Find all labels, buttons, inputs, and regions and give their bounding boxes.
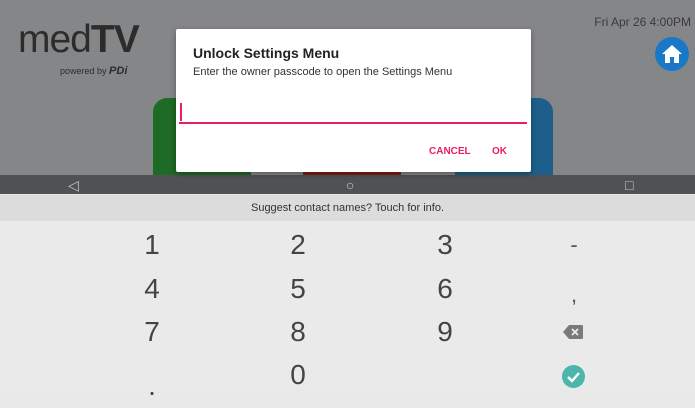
recents-icon[interactable]: □ <box>625 177 633 193</box>
system-nav-bar: ◁ ○ □ <box>0 175 695 194</box>
medtv-logo: medTV powered by PDi <box>18 20 158 80</box>
key-1[interactable]: 1 <box>92 223 212 267</box>
key-6[interactable]: 6 <box>385 267 505 311</box>
delete-key[interactable] <box>563 325 583 344</box>
dialog-title: Unlock Settings Menu <box>193 45 340 61</box>
logo-tagline: powered by <box>60 66 107 76</box>
cancel-button[interactable]: CANCEL <box>429 146 471 157</box>
keyboard-suggestion-strip[interactable]: Suggest contact names? Touch for info. <box>0 195 695 221</box>
logo-text-bold: TV <box>90 18 140 61</box>
key-dash[interactable]: - <box>514 223 634 267</box>
back-icon[interactable]: ◁ <box>68 177 79 193</box>
key-9[interactable]: 9 <box>385 310 505 354</box>
key-8[interactable]: 8 <box>238 310 358 354</box>
key-period[interactable]: . <box>92 364 212 408</box>
status-datetime: Fri Apr 26 4:00PM <box>594 15 691 29</box>
key-2[interactable]: 2 <box>238 223 358 267</box>
key-5[interactable]: 5 <box>238 267 358 311</box>
key-3[interactable]: 3 <box>385 223 505 267</box>
done-key[interactable] <box>562 365 585 393</box>
key-4[interactable]: 4 <box>92 267 212 311</box>
key-7[interactable]: 7 <box>92 310 212 354</box>
text-cursor <box>180 103 182 121</box>
key-comma[interactable]: , <box>514 273 634 317</box>
unlock-settings-dialog: Unlock Settings Menu Enter the owner pas… <box>176 29 531 172</box>
logo-text-light: med <box>18 18 92 61</box>
dialog-message: Enter the owner passcode to open the Set… <box>193 66 453 78</box>
home-nav-icon[interactable]: ○ <box>346 177 354 193</box>
passcode-input[interactable] <box>179 100 527 124</box>
logo-brand: PDi <box>109 65 128 77</box>
backspace-icon <box>563 325 583 339</box>
key-0[interactable]: 0 <box>238 353 358 397</box>
checkmark-icon <box>562 365 585 388</box>
ok-button[interactable]: OK <box>492 146 507 157</box>
home-icon <box>662 45 682 63</box>
numeric-keyboard: 1 2 3 - 4 5 6 , 7 8 9 . 0 <box>0 221 695 401</box>
home-button[interactable] <box>655 37 689 71</box>
